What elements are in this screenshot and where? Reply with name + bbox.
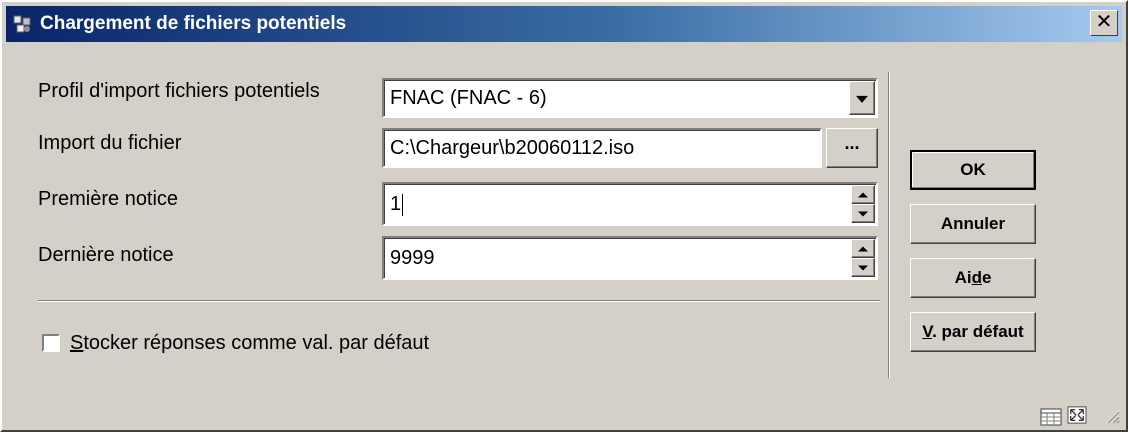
defaults-label-text: . par défaut [932, 322, 1024, 341]
chevron-down-icon [856, 95, 868, 103]
profile-label: Profil d'import fichiers potentiels [38, 80, 320, 102]
title-bar[interactable]: Chargement de fichiers potentiels ✕ [6, 6, 1122, 42]
defaults-label-mnemonic: V [922, 322, 933, 341]
first-record-label: Première notice [38, 188, 179, 210]
defaults-button[interactable]: V. par défaut [910, 312, 1036, 352]
first-record-spin-up[interactable] [851, 185, 875, 204]
cancel-button[interactable]: Annuler [910, 204, 1036, 244]
spin-up-icon [858, 192, 868, 197]
first-record-spin-down[interactable] [851, 204, 875, 223]
browse-button[interactable]: ... [826, 128, 878, 168]
store-defaults-mnemonic: S [70, 332, 84, 354]
help-label-pre: Ai [954, 268, 972, 287]
file-path-input[interactable]: C:\Chargeur\b20060112.iso [382, 128, 822, 168]
horizontal-divider [38, 300, 880, 302]
resize-window-icon[interactable] [1066, 406, 1088, 424]
ok-button[interactable]: OK [910, 150, 1036, 190]
store-defaults-label-text: tocker réponses comme val. par défaut [83, 332, 430, 354]
spin-down-icon [858, 211, 868, 216]
last-record-value: 9999 [390, 247, 435, 269]
help-label-post: e [981, 268, 992, 287]
first-record-value: 1 [390, 193, 402, 215]
spin-up-icon [858, 246, 868, 251]
vertical-divider [888, 72, 890, 378]
last-record-label: Dernière notice [38, 244, 174, 266]
browse-button-label: ... [844, 133, 860, 153]
store-defaults-label[interactable]: Stocker réponses comme val. par défaut [70, 332, 429, 355]
text-caret [402, 194, 403, 216]
profile-dropdown-button[interactable] [849, 81, 875, 115]
help-button[interactable]: Aide [910, 258, 1036, 298]
close-icon: ✕ [1095, 11, 1113, 33]
last-record-input[interactable]: 9999 [382, 236, 878, 280]
close-button[interactable]: ✕ [1090, 10, 1118, 36]
file-path-value: C:\Chargeur\b20060112.iso [390, 137, 635, 159]
dialog-window: Chargement de fichiers potentiels ✕ Prof… [0, 0, 1128, 432]
spin-down-icon [858, 265, 868, 270]
store-defaults-checkbox[interactable] [42, 334, 60, 352]
window-title: Chargement de fichiers potentiels [40, 13, 347, 34]
app-icon [13, 15, 31, 33]
first-record-input[interactable]: 1 [382, 182, 878, 226]
last-record-spin-down[interactable] [851, 258, 875, 277]
profile-select-value: FNAC (FNAC - 6) [390, 87, 547, 109]
grid-icon[interactable] [1040, 408, 1062, 426]
last-record-spin-up[interactable] [851, 239, 875, 258]
profile-select[interactable]: FNAC (FNAC - 6) [382, 78, 878, 118]
resize-grip-icon[interactable] [1104, 408, 1120, 424]
file-label: Import du fichier [38, 132, 182, 154]
help-label-mnemonic: d [971, 268, 982, 287]
